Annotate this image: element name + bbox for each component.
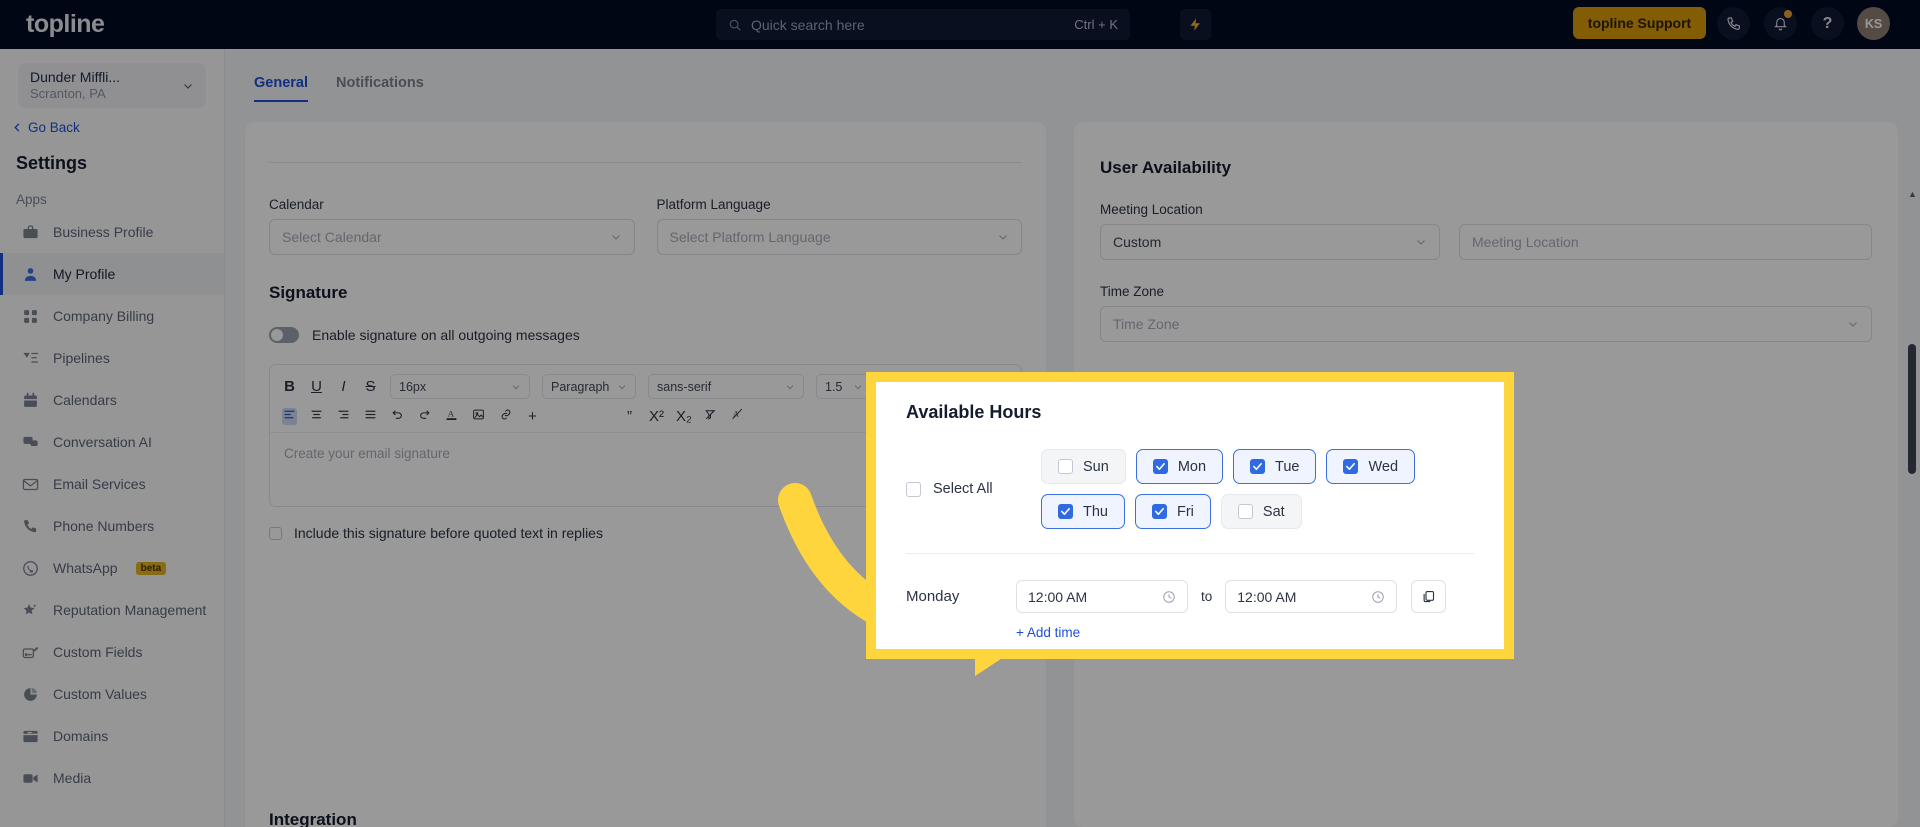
day-label: Mon <box>1177 458 1207 475</box>
time-range-separator: to <box>1201 589 1213 604</box>
day-checkbox-sun[interactable] <box>1058 459 1073 474</box>
day-checkbox-mon[interactable] <box>1152 459 1168 474</box>
clock-icon <box>1372 590 1385 603</box>
day-checkbox-sat[interactable] <box>1237 504 1253 519</box>
copy-hours-button[interactable] <box>1411 580 1447 613</box>
select-all-checkbox[interactable] <box>906 481 921 497</box>
end-time-value: 12:00 AM <box>1237 588 1297 605</box>
day-checkbox-fri[interactable] <box>1152 504 1167 519</box>
end-time-input[interactable]: 12:00 AM <box>1225 580 1398 613</box>
row-day-name: Monday <box>906 588 960 605</box>
day-chip-grid: Sun Mon Tue Wed Thu Fri Sat <box>1041 449 1461 529</box>
day-checkbox-thu[interactable] <box>1058 504 1073 519</box>
day-chip-thu[interactable]: Thu <box>1041 494 1125 529</box>
day-label: Tue <box>1275 458 1300 475</box>
day-checkbox-wed[interactable] <box>1343 459 1359 474</box>
day-chip-wed[interactable]: Wed <box>1326 449 1416 484</box>
availability-time-row: Monday 12:00 AM to 12:00 AM <box>906 580 1474 613</box>
day-chip-sun[interactable]: Sun <box>1041 449 1126 484</box>
start-time-value: 12:00 AM <box>1028 588 1088 605</box>
select-all-label: Select All <box>933 481 993 497</box>
copy-icon <box>1423 590 1435 603</box>
day-label: Fri <box>1177 503 1194 520</box>
day-chip-sat[interactable]: Sat <box>1220 494 1302 529</box>
select-all-control[interactable]: Select All <box>906 481 1041 497</box>
days-selector: Select All Sun Mon Tue Wed Thu Fri Sat <box>906 449 1474 529</box>
clock-icon <box>1163 590 1175 603</box>
day-label: Wed <box>1368 458 1399 475</box>
available-hours-title: Available Hours <box>906 402 1042 422</box>
start-time-input[interactable]: 12:00 AM <box>1016 580 1188 613</box>
day-chip-tue[interactable]: Tue <box>1233 449 1317 484</box>
available-hours-panel: Available Hours Select All Sun Mon Tue Wed T… <box>866 372 1514 659</box>
day-label: Thu <box>1083 503 1108 520</box>
panel-divider <box>906 553 1474 554</box>
day-label: Sat <box>1262 503 1285 520</box>
add-time-link[interactable]: + Add time <box>1016 625 1474 640</box>
day-chip-mon[interactable]: Mon <box>1135 449 1224 484</box>
day-chip-fri[interactable]: Fri <box>1135 494 1211 529</box>
day-label: Sun <box>1083 458 1109 475</box>
day-checkbox-tue[interactable] <box>1250 459 1266 474</box>
